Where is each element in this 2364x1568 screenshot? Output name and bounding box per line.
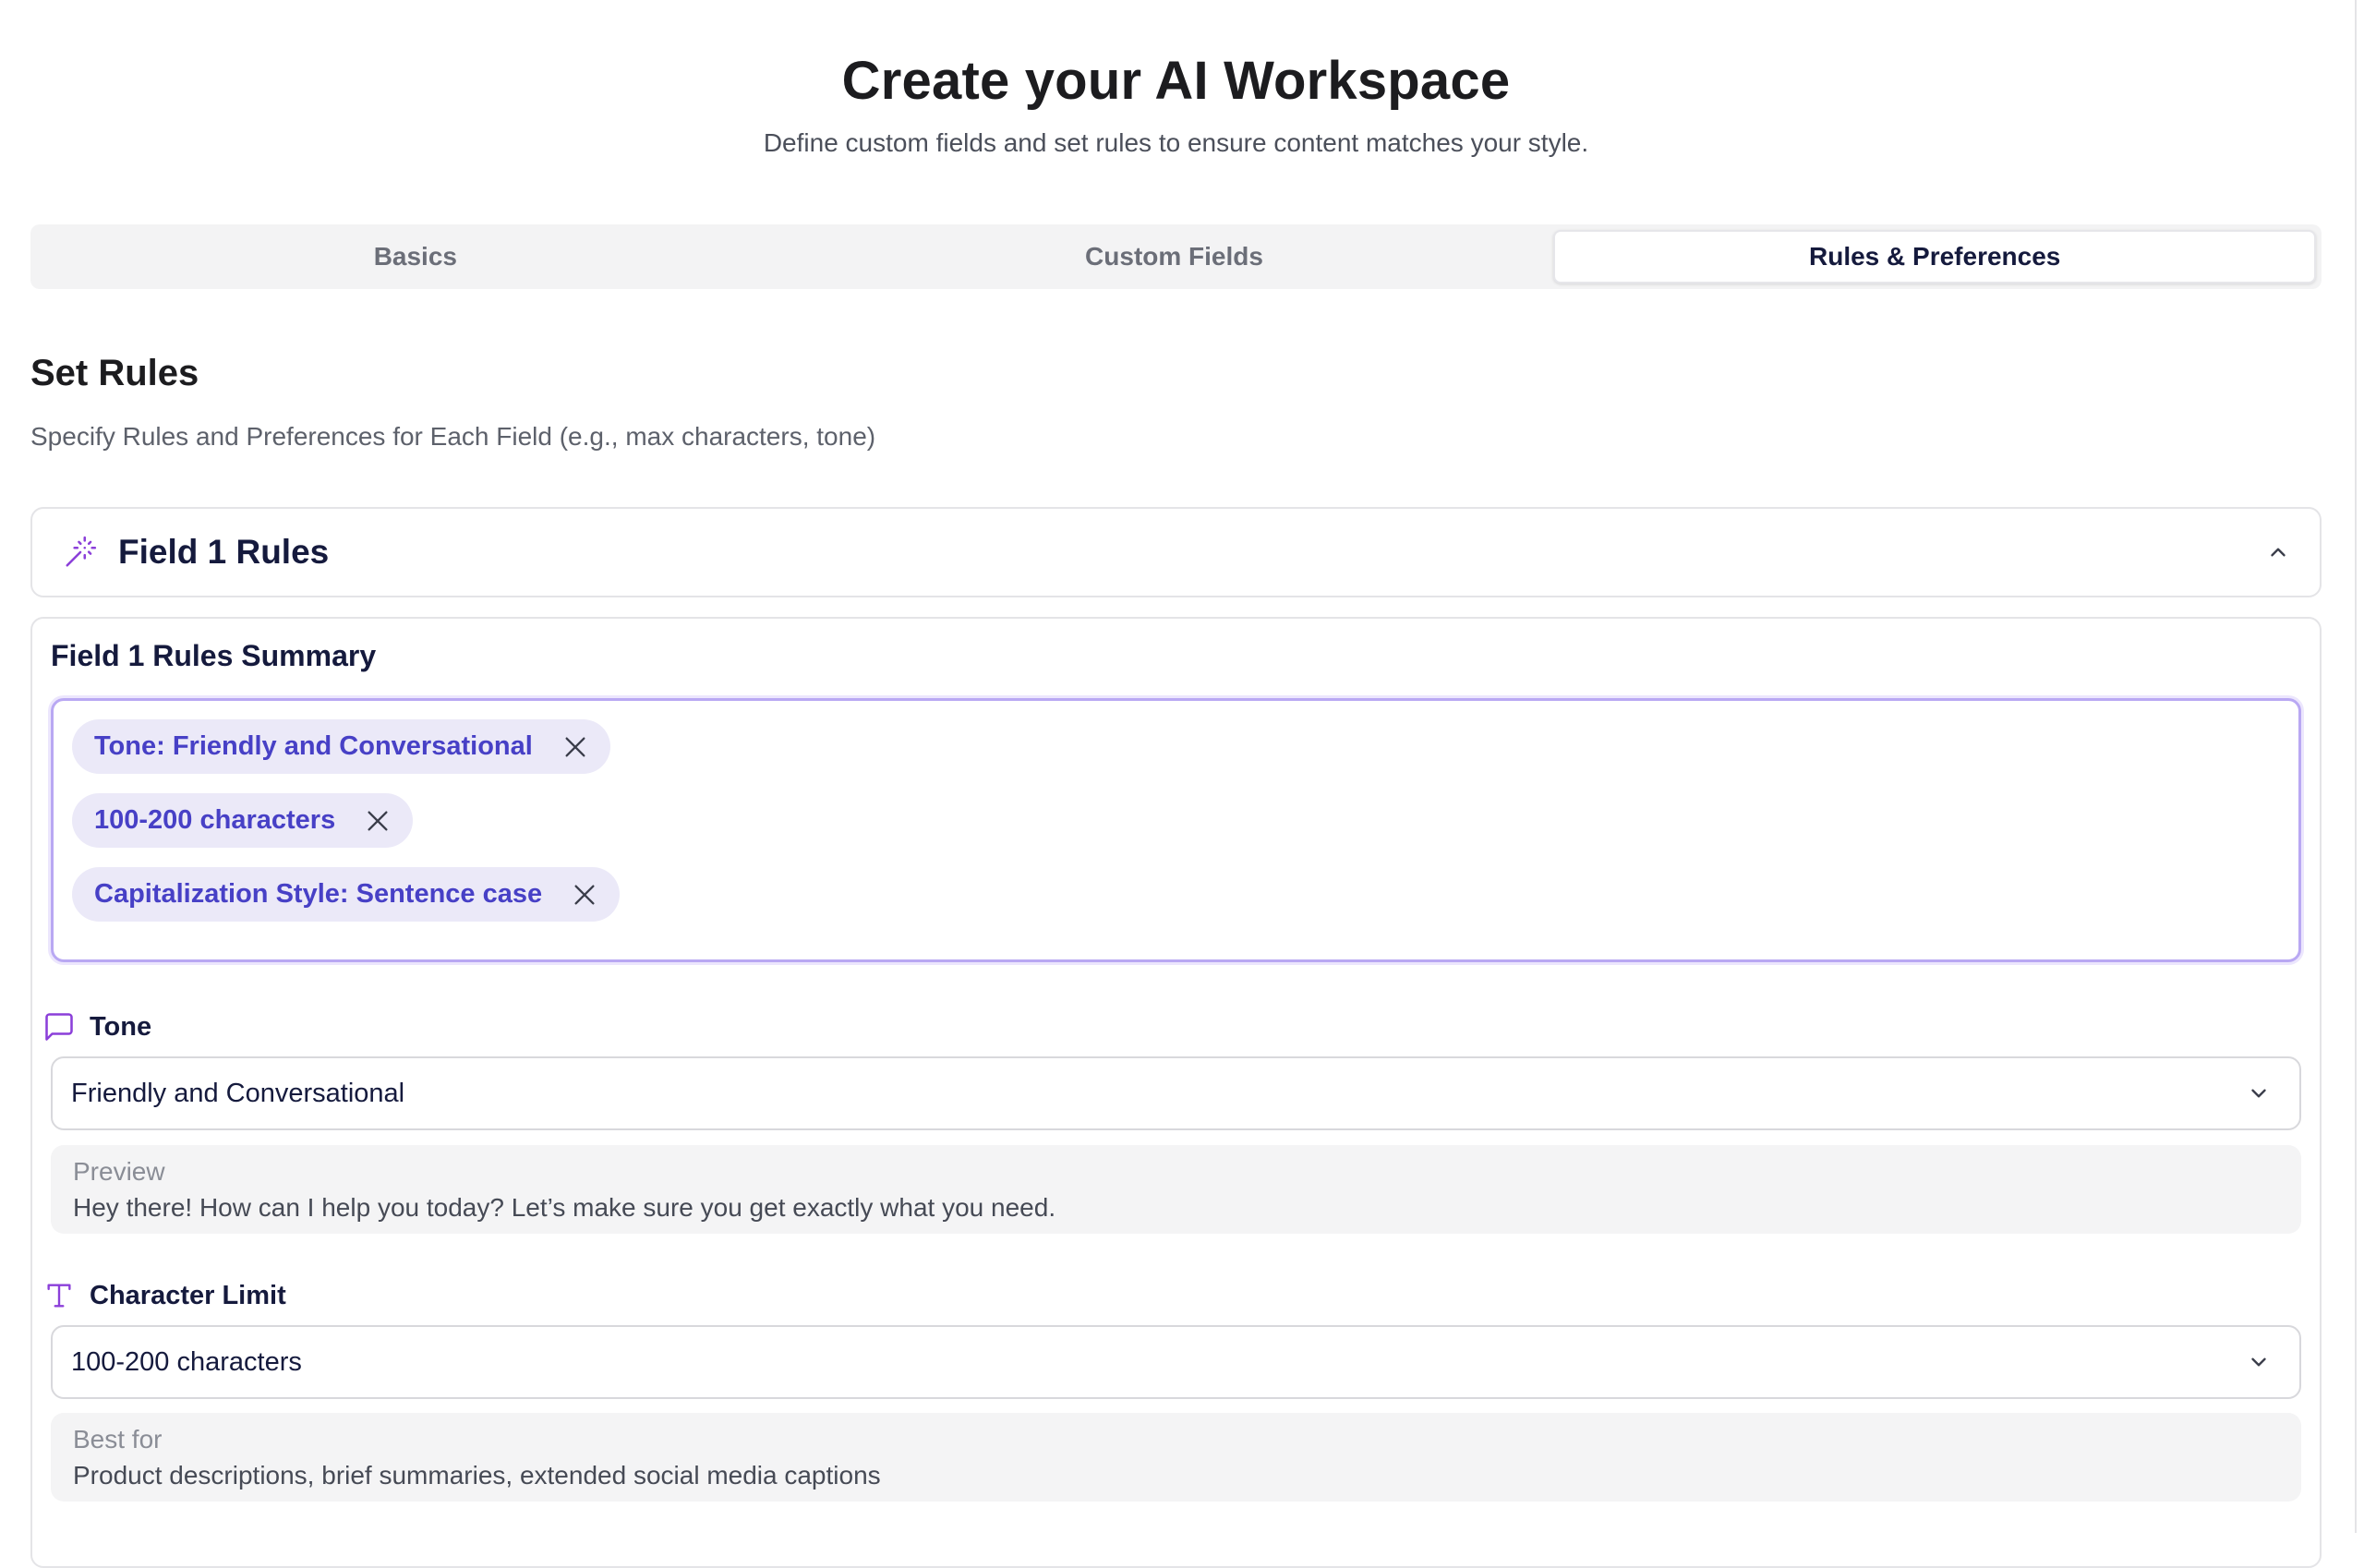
character-limit-info-box: Best for Product descriptions, brief sum… (51, 1413, 2301, 1502)
tone-select-value: Friendly and Conversational (71, 1078, 405, 1108)
accordion-title: Field 1 Rules (118, 533, 330, 571)
character-limit-label: Character Limit (90, 1280, 286, 1310)
chip-label: Tone: Friendly and Conversational (94, 731, 533, 761)
character-limit-select-value: 100-200 characters (71, 1346, 302, 1377)
chevron-down-icon (2246, 1349, 2272, 1375)
tone-field-label: Tone (42, 1009, 151, 1044)
tone-select[interactable]: Friendly and Conversational (51, 1056, 2301, 1130)
rules-summary-box: Tone: Friendly and Conversational 100-20… (51, 698, 2301, 962)
tab-custom-fields[interactable]: Custom Fields (795, 230, 1554, 283)
tone-label: Tone (90, 1011, 152, 1042)
tab-basics[interactable]: Basics (36, 230, 795, 283)
page-title: Create your AI Workspace (841, 51, 1511, 111)
magic-wand-icon (63, 535, 98, 570)
page-scrollbar[interactable] (2355, 0, 2364, 1533)
page-subtitle: Define custom fields and set rules to en… (763, 128, 1589, 157)
close-icon[interactable] (562, 734, 588, 760)
chip-label: Capitalization Style: Sentence case (94, 879, 543, 909)
character-limit-field-label: Character Limit (42, 1278, 286, 1313)
tone-preview-box: Preview Hey there! How can I help you to… (51, 1145, 2301, 1234)
rule-chip-capitalization: Capitalization Style: Sentence case (72, 867, 621, 922)
tab-rules-preferences[interactable]: Rules & Preferences (1553, 230, 2317, 283)
best-for-text: Product descriptions, brief summaries, e… (73, 1461, 881, 1490)
rule-chip-character-limit: 100-200 characters (72, 793, 414, 848)
message-square-icon (42, 1009, 77, 1044)
preview-text: Hey there! How can I help you today? Let… (73, 1193, 1056, 1222)
field-1-rules-accordion[interactable]: Field 1 Rules (30, 507, 2322, 597)
chevron-down-icon (2246, 1080, 2272, 1106)
tab-bar: Basics Custom Fields Rules & Preferences (30, 224, 2322, 289)
chevron-up-icon[interactable] (2264, 538, 2292, 566)
type-icon (42, 1278, 77, 1313)
character-limit-select[interactable]: 100-200 characters (51, 1325, 2301, 1399)
close-icon[interactable] (572, 882, 597, 908)
preview-heading: Preview (73, 1157, 165, 1186)
best-for-heading: Best for (73, 1425, 163, 1453)
section-description: Specify Rules and Preferences for Each F… (30, 422, 876, 451)
rule-chip-tone: Tone: Friendly and Conversational (72, 719, 610, 774)
rules-summary-label: Field 1 Rules Summary (51, 639, 377, 672)
chip-label: 100-200 characters (94, 805, 336, 835)
field-1-rules-panel: Field 1 Rules Summary Tone: Friendly and… (30, 617, 2322, 1568)
close-icon[interactable] (365, 808, 391, 834)
section-title: Set Rules (30, 353, 199, 393)
